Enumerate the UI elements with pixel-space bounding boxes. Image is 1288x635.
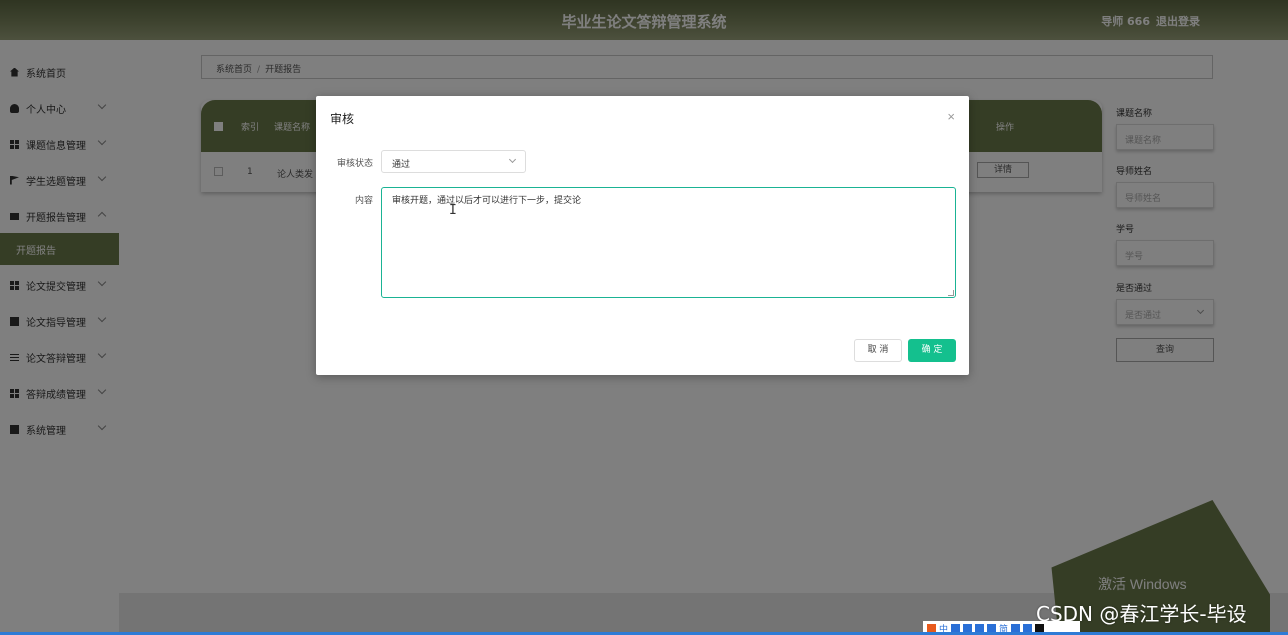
cancel-button[interactable]: 取 消 [854,339,902,362]
dialog-title: 审核 [330,112,355,126]
resize-handle-icon[interactable] [948,290,954,296]
text-cursor-icon: I [449,203,457,218]
confirm-button[interactable]: 确 定 [908,339,956,362]
chevron-down-icon [508,155,517,164]
review-dialog: 审核 × 审核状态 通过 内容 审核开题，通过以后才可以进行下一步，提交论 I … [316,96,969,375]
status-select-value: 通过 [392,160,411,170]
close-icon[interactable]: × [947,109,955,124]
content-label: 内容 [355,196,374,206]
status-select[interactable]: 通过 [381,150,526,173]
status-label: 审核状态 [337,159,374,169]
content-textarea[interactable]: 审核开题，通过以后才可以进行下一步，提交论 [381,187,956,298]
